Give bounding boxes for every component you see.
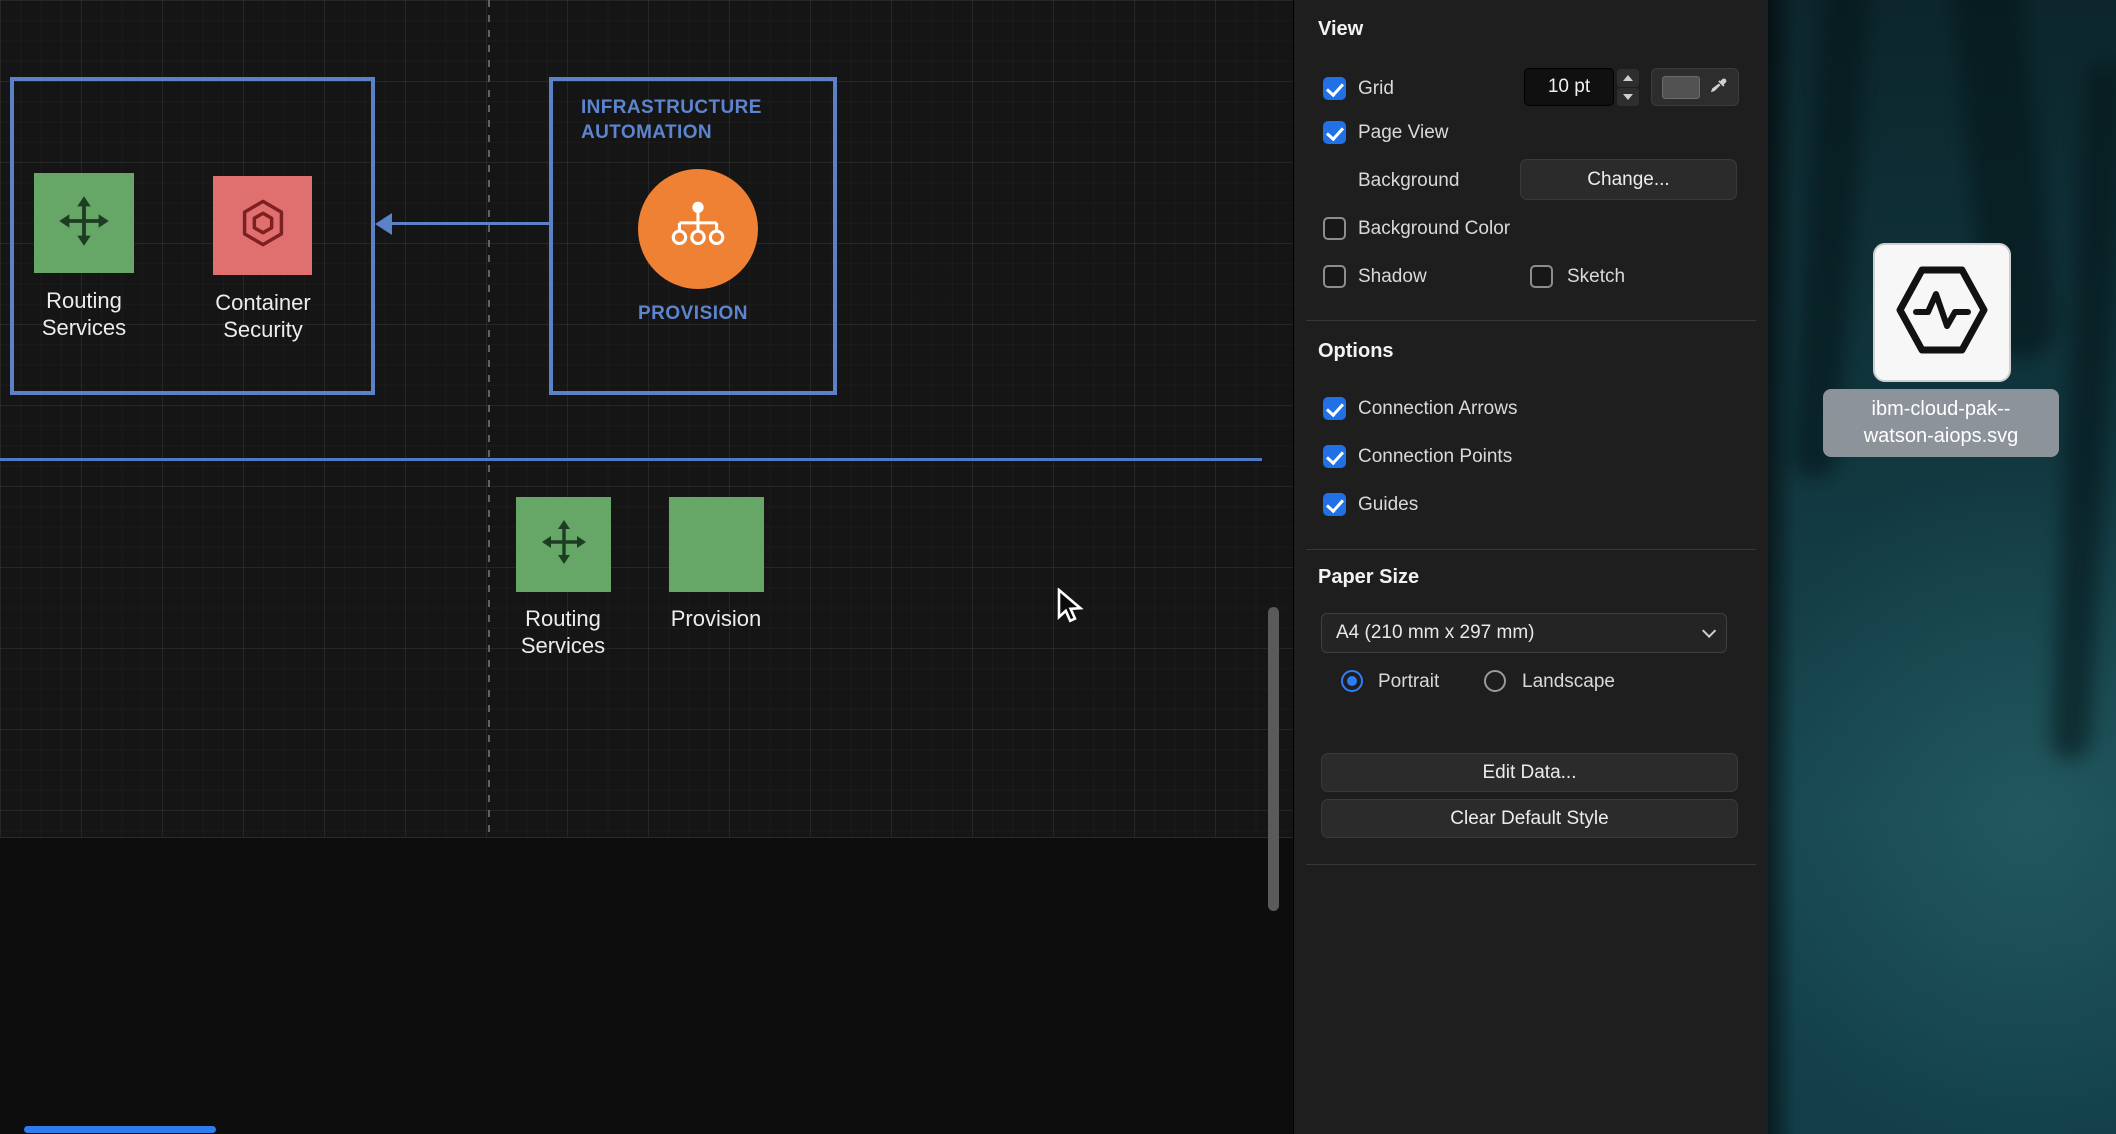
stepper-down-button[interactable] [1617,88,1639,106]
page-view-checkbox[interactable] [1323,121,1346,144]
routing-icon [57,194,111,253]
connection-arrows-label: Connection Arrows [1358,398,1517,420]
paper-size-select[interactable]: A4 (210 mm x 297 mm) [1321,613,1727,653]
divider [1306,320,1756,321]
portrait-label: Portrait [1378,671,1439,693]
shape-provision-node[interactable] [638,169,758,289]
down-arrow-icon [1623,94,1633,100]
connector-edge[interactable] [390,222,549,225]
background-color-label: Background Color [1358,218,1510,240]
background-change-button[interactable]: Change... [1520,159,1737,200]
options-heading: Options [1318,340,1394,363]
screen: Routing Services Container Security INFR… [0,0,2116,1134]
hexagon-security-icon [237,197,289,254]
shadow-checkbox[interactable] [1323,265,1346,288]
node-label: PROVISION [553,303,833,325]
tree-silhouette [2050,59,2116,760]
edit-data-button[interactable]: Edit Data... [1321,753,1738,792]
paper-size-selected-value: A4 (210 mm x 297 mm) [1336,622,1535,644]
shape-label: Container Security [202,290,324,344]
connection-points-checkbox[interactable] [1323,445,1346,468]
guides-checkbox[interactable] [1323,493,1346,516]
landscape-radio[interactable] [1484,670,1506,692]
shape-container-security[interactable] [213,176,312,275]
background-color-checkbox[interactable] [1323,217,1346,240]
container-title: INFRASTRUCTURE AUTOMATION [553,81,793,145]
shape-label: Routing Services [503,606,623,660]
sketch-label: Sketch [1567,266,1625,288]
connection-arrows-checkbox[interactable] [1323,397,1346,420]
view-heading: View [1318,18,1363,41]
ibm-hexagon-pulse-icon [1892,260,1992,365]
chevron-down-icon [1702,624,1716,638]
landscape-label: Landscape [1522,671,1615,693]
shape-provision-2[interactable] [669,497,764,592]
grid-size-input[interactable] [1524,68,1614,106]
eyedropper-icon [1708,76,1728,99]
grid-label: Grid [1358,78,1394,100]
horizontal-edge-line[interactable] [0,458,1262,461]
horizontal-scrollbar[interactable] [24,1126,216,1133]
shape-label: Provision [645,606,787,633]
clear-default-style-button[interactable]: Clear Default Style [1321,799,1738,838]
grid-size-stepper [1617,69,1639,106]
page-view-label: Page View [1358,122,1449,144]
file-name-line-2: watson-aiops.svg [1829,423,2053,450]
vertical-guide-line [488,0,490,838]
hierarchy-icon [665,194,731,265]
color-swatch [1662,76,1700,99]
up-arrow-icon [1623,75,1633,81]
shape-label: Routing Services [24,288,144,342]
diagram-canvas[interactable]: Routing Services Container Security INFR… [0,0,1293,1134]
divider [1306,549,1756,550]
shadow-label: Shadow [1358,266,1427,288]
portrait-radio[interactable] [1341,670,1363,692]
guides-label: Guides [1358,494,1418,516]
background-label: Background [1358,170,1459,192]
window-shadow [1768,0,1796,1134]
desktop-wallpaper: ibm-cloud-pak-- watson-aiops.svg [1768,0,2116,1134]
routing-icon [540,518,588,571]
vertical-scrollbar[interactable] [1268,607,1279,911]
divider [1306,864,1756,865]
grid-color-button[interactable] [1651,68,1739,106]
sketch-checkbox[interactable] [1530,265,1553,288]
desktop-file-icon-label[interactable]: ibm-cloud-pak-- watson-aiops.svg [1823,389,2059,457]
container-infrastructure-automation[interactable]: INFRASTRUCTURE AUTOMATION PROVISION [549,77,837,395]
connection-points-label: Connection Points [1358,446,1512,468]
paper-size-heading: Paper Size [1318,566,1419,589]
stepper-up-button[interactable] [1617,69,1639,87]
file-name-line-1: ibm-cloud-pak-- [1829,396,2053,423]
shape-routing-services-2[interactable] [516,497,611,592]
format-panel: View Grid Page View Background Change...… [1293,0,1768,1134]
grid-checkbox[interactable] [1323,77,1346,100]
connector-arrowhead [375,213,392,235]
shape-routing-services[interactable] [34,173,134,273]
desktop-file-icon-svg[interactable] [1873,243,2011,382]
